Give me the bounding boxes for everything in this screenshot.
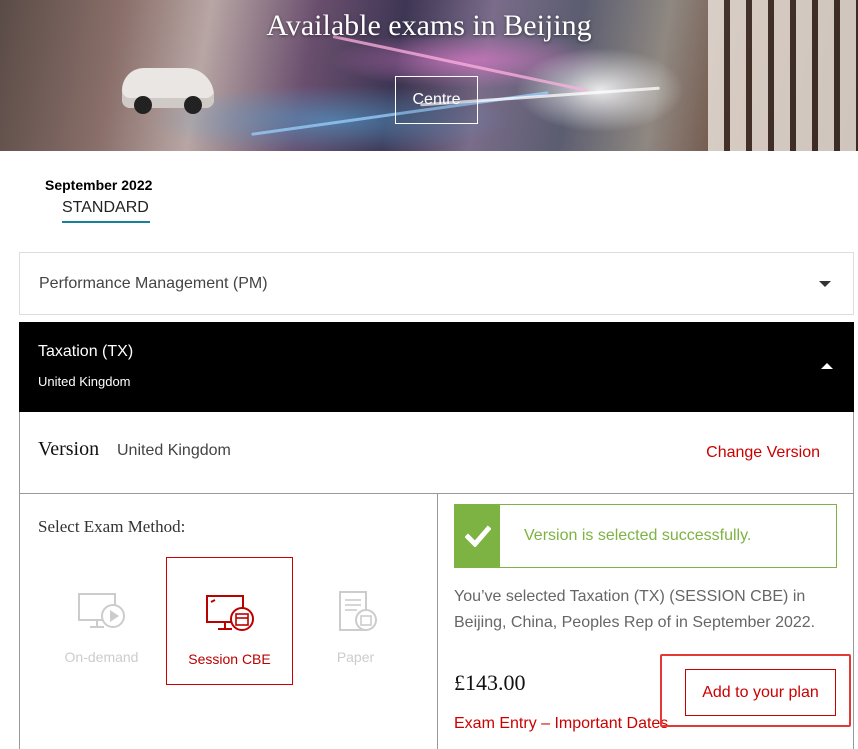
exam-entry-link[interactable]: Exam Entry – Important Dates bbox=[454, 715, 668, 733]
chevron-down-icon bbox=[819, 281, 831, 287]
method-on-demand[interactable]: On-demand bbox=[38, 557, 165, 685]
method-session-cbe[interactable]: Session CBE bbox=[166, 557, 293, 685]
exam-subtitle: United Kingdom bbox=[38, 374, 131, 389]
exam-title: Performance Management (PM) bbox=[39, 274, 268, 292]
paper-calendar-icon bbox=[338, 591, 377, 631]
car-image bbox=[122, 68, 214, 114]
method-label: Session CBE bbox=[188, 651, 271, 667]
page-title: Available exams in Beijing bbox=[266, 9, 592, 42]
hero-banner: Available exams in Beijing Centre bbox=[0, 0, 858, 151]
success-alert: Version is selected successfully. bbox=[454, 504, 837, 568]
session-type-tab[interactable]: STANDARD bbox=[62, 199, 150, 223]
centre-button[interactable]: Centre bbox=[395, 76, 478, 124]
version-label: Version bbox=[38, 438, 100, 460]
computer-play-icon bbox=[77, 593, 125, 628]
version-row: Version United Kingdom Change Version bbox=[20, 412, 853, 494]
session-month: September 2022 bbox=[45, 177, 153, 193]
selection-description: You’ve selected Taxation (TX) (SESSION C… bbox=[454, 588, 816, 631]
change-version-link[interactable]: Change Version bbox=[706, 444, 820, 462]
exam-price: £143.00 bbox=[454, 670, 526, 695]
add-to-plan-button[interactable]: Add to your plan bbox=[685, 669, 836, 716]
chevron-up-icon bbox=[821, 363, 833, 369]
method-paper[interactable]: Paper bbox=[292, 557, 419, 685]
checkmark-icon bbox=[455, 505, 500, 567]
exam-method-title: Select Exam Method: bbox=[38, 517, 186, 536]
method-label: On-demand bbox=[64, 649, 139, 665]
exam-method-section: Select Exam Method: On-demand Session CB… bbox=[20, 494, 438, 749]
version-value: United Kingdom bbox=[117, 442, 231, 459]
exam-accordion-pm[interactable]: Performance Management (PM) bbox=[19, 252, 854, 315]
success-message: Version is selected successfully. bbox=[524, 527, 752, 544]
computer-calendar-icon bbox=[205, 595, 254, 631]
exam-accordion-tx[interactable]: Taxation (TX) United Kingdom bbox=[19, 322, 854, 412]
method-label: Paper bbox=[336, 649, 375, 665]
exam-title: Taxation (TX) bbox=[38, 343, 134, 360]
